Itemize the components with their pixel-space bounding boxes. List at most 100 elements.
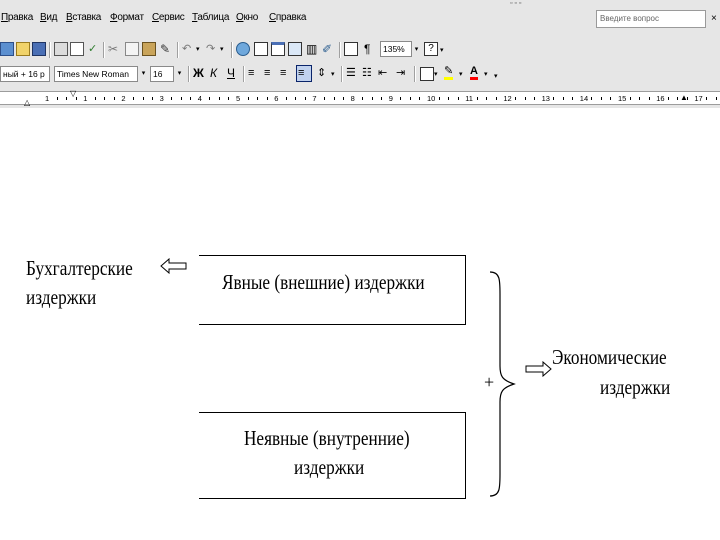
ruler-tick — [343, 97, 345, 100]
borders-dropdown-icon[interactable]: ▾ — [434, 68, 438, 82]
line-spacing-dropdown-icon[interactable]: ▾ — [331, 68, 335, 82]
font-select[interactable]: Times New Roman — [54, 66, 138, 82]
copy-icon[interactable] — [125, 42, 139, 56]
numbering-icon[interactable]: ☰ — [346, 66, 356, 80]
menu-edit[interactable]: Правка — [1, 12, 33, 23]
font-color-dropdown-icon[interactable]: ▾ — [484, 68, 488, 82]
ruler-tick — [94, 97, 96, 100]
align-left-icon[interactable]: ≡ — [248, 66, 254, 80]
undo-icon[interactable]: ↶ — [182, 42, 191, 56]
redo-icon[interactable]: ↷ — [206, 42, 215, 56]
decrease-indent-icon[interactable]: ⇤ — [378, 66, 387, 80]
accounting-costs-label-line1: Бухгалтерские — [26, 256, 133, 280]
bullets-icon[interactable]: ☷ — [362, 66, 372, 80]
ruler-number: 1 — [83, 94, 88, 103]
close-document-icon[interactable]: × — [711, 13, 717, 24]
insert-excel-icon[interactable] — [288, 42, 302, 56]
menu-window[interactable]: Окно — [236, 12, 258, 23]
ruler-tick — [486, 97, 488, 100]
font-color-icon[interactable]: A — [470, 65, 478, 80]
toolbar-options-icon-2[interactable]: ▾ — [494, 70, 498, 84]
highlight-dropdown-icon[interactable]: ▾ — [459, 68, 463, 82]
font-size-dropdown-icon[interactable]: ▾ — [175, 67, 184, 81]
document-map-icon[interactable] — [344, 42, 358, 56]
drawing-icon[interactable]: ✐ — [322, 42, 332, 56]
ruler-number: 3 — [159, 94, 164, 103]
ruler-tick — [247, 97, 249, 100]
redo-dropdown-icon[interactable]: ▾ — [220, 43, 224, 57]
zoom-dropdown-icon[interactable]: ▾ — [412, 43, 421, 57]
ruler-tick — [677, 97, 679, 100]
save-disk-icon[interactable] — [32, 42, 46, 56]
undo-dropdown-icon[interactable]: ▾ — [196, 43, 200, 57]
ruler-tick — [285, 97, 287, 100]
ask-question-input[interactable]: Введите вопрос — [596, 10, 706, 28]
left-indent-icon[interactable]: △ — [24, 98, 30, 107]
new-document-icon[interactable] — [0, 42, 14, 56]
menu-view[interactable]: Вид — [40, 12, 58, 23]
line-spacing-icon[interactable]: ⇕ — [317, 66, 326, 80]
help-icon[interactable]: ? — [424, 42, 438, 56]
show-formatting-icon[interactable]: ¶ — [364, 42, 370, 56]
hyperlink-icon[interactable] — [236, 42, 250, 56]
style-select[interactable]: ный + 16 p — [0, 66, 50, 82]
italic-button[interactable]: К — [210, 66, 217, 80]
bold-button[interactable]: Ж — [193, 66, 204, 80]
increase-indent-icon[interactable]: ⇥ — [396, 66, 405, 80]
font-dropdown-icon[interactable]: ▾ — [139, 67, 148, 81]
underline-button[interactable]: Ч — [227, 66, 235, 80]
menu-bar: Правка Вид Вставка Формат Сервис Таблица… — [0, 0, 720, 38]
ruler-tick — [228, 97, 230, 100]
menu-help[interactable]: Справка — [269, 12, 306, 23]
ruler-tick — [648, 97, 650, 100]
format-painter-icon[interactable]: ✎ — [160, 42, 170, 56]
window-controls[interactable]: ▫ ▫ ▫ — [510, 0, 521, 7]
ruler-tick — [323, 97, 325, 100]
menu-format[interactable]: Формат — [110, 12, 144, 23]
ruler-tick — [553, 97, 555, 100]
ruler-number: 9 — [388, 94, 393, 103]
right-arrow-icon — [525, 361, 552, 377]
menu-insert[interactable]: Вставка — [66, 12, 101, 23]
menu-table[interactable]: Таблица — [192, 12, 229, 23]
ruler-strip — [0, 91, 720, 105]
cut-icon[interactable]: ✂ — [108, 42, 118, 56]
ruler-tick — [257, 97, 259, 100]
accounting-costs-label-line2: издержки — [26, 285, 97, 309]
align-right-icon[interactable]: ≡ — [280, 66, 286, 80]
ruler-tick — [610, 97, 612, 100]
align-center-icon[interactable]: ≡ — [264, 66, 270, 80]
open-folder-icon[interactable] — [16, 42, 30, 56]
paste-icon[interactable] — [142, 42, 156, 56]
ruler-number: 11 — [465, 94, 473, 103]
columns-icon[interactable]: ▥ — [306, 42, 317, 56]
ruler-tick — [591, 97, 593, 100]
ruler-tick — [639, 97, 641, 100]
ruler-tick — [104, 97, 106, 100]
ruler-tick — [715, 97, 717, 100]
ruler-tick — [142, 97, 144, 100]
highlight-icon[interactable]: ✎ — [444, 65, 454, 80]
ruler-number: 17 — [694, 94, 703, 103]
borders-icon[interactable] — [420, 67, 434, 81]
horizontal-ruler[interactable]: ▽ △ ▲ 1 1 2 3 4 5 6 7 8 9 10 11 12 13 14 15 16 17 — [0, 86, 720, 108]
ruler-tick — [448, 97, 450, 100]
font-size-select[interactable]: 16 — [150, 66, 174, 82]
ruler-tick — [371, 97, 373, 100]
document-page[interactable]: Бухгалтерские издержки Явные (внешние) и… — [0, 110, 720, 540]
ruler-tick — [218, 97, 220, 100]
ruler-tick — [266, 97, 268, 100]
ruler-tick — [381, 97, 383, 100]
ruler-tick — [304, 97, 306, 100]
print-icon[interactable] — [54, 42, 68, 56]
toolbar-options-icon[interactable]: ▾ — [440, 44, 444, 58]
menu-tools[interactable]: Сервис — [152, 12, 185, 23]
print-preview-icon[interactable] — [70, 42, 84, 56]
ruler-tick — [600, 97, 602, 100]
ruler-tick — [333, 97, 335, 100]
insert-table-icon[interactable] — [271, 42, 285, 56]
implicit-costs-text-line2: издержки — [294, 455, 365, 479]
zoom-select[interactable]: 135% — [380, 41, 412, 57]
spelling-icon[interactable]: ✓ — [88, 42, 97, 56]
tables-borders-icon[interactable] — [254, 42, 268, 56]
